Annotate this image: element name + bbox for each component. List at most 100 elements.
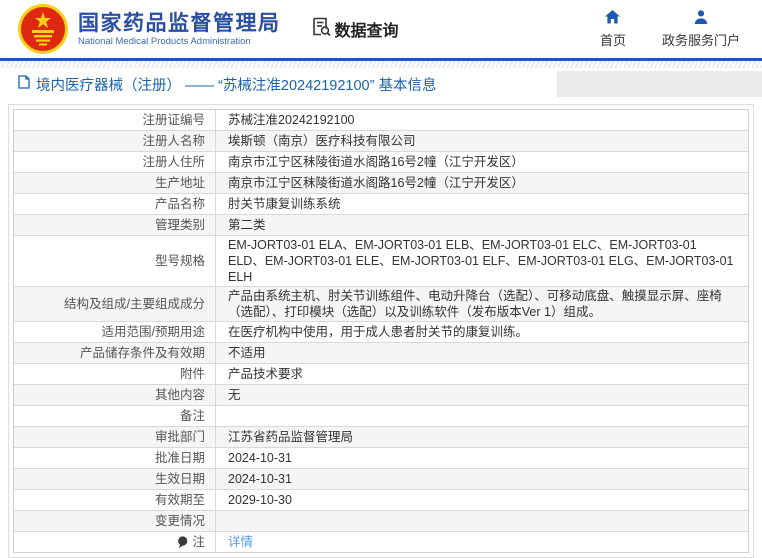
table-row: 其他内容 无 xyxy=(14,385,748,406)
breadcrumb-text: 境内医疗器械（注册） —— “苏械注准20242192100” 基本信息 xyxy=(36,77,437,94)
table-label: 产品名称 xyxy=(154,197,205,211)
table-label-cell: 有效期至 xyxy=(14,490,216,510)
site-header: 国家药品监督管理局 National Medical Products Admi… xyxy=(0,0,762,58)
registration-info-table: 注册证编号 苏械注准20242192100 注册人名称 埃斯顿（南京）医疗科技有… xyxy=(13,109,749,553)
document-search-icon xyxy=(311,16,332,42)
table-label: 生产地址 xyxy=(154,176,205,190)
agency-title-block: 国家药品监督管理局 National Medical Products Admi… xyxy=(78,11,281,48)
table-value: 无 xyxy=(228,388,241,402)
table-label-cell: 附件 xyxy=(14,364,216,384)
nav-gov-portal-label: 政务服务门户 xyxy=(661,32,740,48)
table-row: 变更情况 xyxy=(14,511,748,532)
table-label-cell: 备注 xyxy=(14,406,216,426)
table-row: 注册人住所 南京市江宁区秣陵街道水阁路16号2幢（江宁开发区） xyxy=(14,152,748,173)
nav-gov-portal[interactable]: 政务服务门户 xyxy=(661,9,740,49)
national-emblem-icon xyxy=(18,4,68,54)
table-value: 江苏省药品监督管理局 xyxy=(228,430,354,444)
table-label-cell: 其他内容 xyxy=(14,385,216,405)
table-label: 有效期至 xyxy=(154,493,205,507)
table-label-cell: 管理类别 xyxy=(14,215,216,235)
table-value-cell: 在医疗机构中使用，用于成人患者肘关节的康复训练。 xyxy=(216,322,748,342)
table-value-cell: 2024-10-31 xyxy=(216,448,748,468)
table-label-cell: 注册人名称 xyxy=(14,131,216,151)
table-value-cell: 2029-10-30 xyxy=(216,490,748,510)
table-row: 注 详情 xyxy=(14,532,748,552)
person-icon xyxy=(694,9,708,27)
table-row: 型号规格 EM-JORT03-01 ELA、EM-JORT03-01 ELB、E… xyxy=(14,236,748,287)
table-label: 注册人名称 xyxy=(142,134,205,148)
table-value: 产品由系统主机、肘关节训练组件、电动升降台（选配）、可移动底盘、触摸显示屏、座椅… xyxy=(228,289,722,319)
table-label: 备注 xyxy=(179,409,205,423)
agency-name-en: National Medical Products Administration xyxy=(78,35,251,47)
data-query-label: 数据查询 xyxy=(334,23,399,40)
table-label: 型号规格 xyxy=(154,254,205,268)
table-label: 注 xyxy=(192,535,205,549)
table-value: 2029-10-30 xyxy=(228,493,292,507)
table-label: 变更情况 xyxy=(154,514,205,528)
table-value: 产品技术要求 xyxy=(228,367,304,381)
table-value-cell: 无 xyxy=(216,385,748,405)
breadcrumb: 境内医疗器械（注册） —— “苏械注准20242192100” 基本信息 xyxy=(0,71,557,97)
table-label-cell: 产品储存条件及有效期 xyxy=(14,343,216,363)
table-row: 附件 产品技术要求 xyxy=(14,364,748,385)
table-value-cell: 产品由系统主机、肘关节训练组件、电动升降台（选配）、可移动底盘、触摸显示屏、座椅… xyxy=(216,287,748,321)
table-value-cell: 详情 xyxy=(216,532,748,552)
table-value: 不适用 xyxy=(228,346,266,360)
table-label: 产品储存条件及有效期 xyxy=(79,346,205,360)
table-row: 审批部门 江苏省药品监督管理局 xyxy=(14,427,748,448)
table-value: 南京市江宁区秣陵街道水阁路16号2幢（江宁开发区） xyxy=(228,176,524,190)
table-value-cell: 南京市江宁区秣陵街道水阁路16号2幢（江宁开发区） xyxy=(216,152,748,172)
table-value-cell xyxy=(216,511,748,531)
detail-link[interactable]: 详情 xyxy=(228,534,253,550)
table-value: 2024-10-31 xyxy=(228,472,292,486)
table-label-cell: 注册证编号 xyxy=(14,110,216,130)
table-row: 适用范围/预期用途 在医疗机构中使用，用于成人患者肘关节的康复训练。 xyxy=(14,322,748,343)
table-label: 批准日期 xyxy=(154,451,205,465)
table-value-cell: 埃斯顿（南京）医疗科技有限公司 xyxy=(216,131,748,151)
table-value-cell: 苏械注准20242192100 xyxy=(216,110,748,130)
table-value: 南京市江宁区秣陵街道水阁路16号2幢（江宁开发区） xyxy=(228,155,524,169)
table-row: 结构及组成/主要组成成分 产品由系统主机、肘关节训练组件、电动升降台（选配）、可… xyxy=(14,287,748,322)
page-icon xyxy=(18,74,30,94)
table-value: 肘关节康复训练系统 xyxy=(228,197,341,211)
table-label: 其他内容 xyxy=(154,388,205,402)
table-label: 注册人住所 xyxy=(142,155,205,169)
table-label-cell: 适用范围/预期用途 xyxy=(14,322,216,342)
table-value-cell: 不适用 xyxy=(216,343,748,363)
table-row: 生产地址 南京市江宁区秣陵街道水阁路16号2幢（江宁开发区） xyxy=(14,173,748,194)
table-value: 在医疗机构中使用，用于成人患者肘关节的康复训练。 xyxy=(228,325,529,339)
table-value: 第二类 xyxy=(228,218,266,232)
table-value-cell: 江苏省药品监督管理局 xyxy=(216,427,748,447)
table-label: 管理类别 xyxy=(154,218,205,232)
table-value-cell: 肘关节康复训练系统 xyxy=(216,194,748,214)
table-label: 注册证编号 xyxy=(142,113,205,127)
table-row: 批准日期 2024-10-31 xyxy=(14,448,748,469)
note-balloon-icon xyxy=(177,535,188,549)
info-panel: 注册证编号 苏械注准20242192100 注册人名称 埃斯顿（南京）医疗科技有… xyxy=(8,104,754,558)
nav-home-label: 首页 xyxy=(599,32,626,48)
table-value-cell xyxy=(216,406,748,426)
data-query-button[interactable]: 数据查询 xyxy=(311,16,399,42)
table-value-cell: EM-JORT03-01 ELA、EM-JORT03-01 ELB、EM-JOR… xyxy=(216,236,748,286)
table-value: 2024-10-31 xyxy=(228,451,292,465)
table-value-cell: 第二类 xyxy=(216,215,748,235)
nav-home[interactable]: 首页 xyxy=(599,9,626,49)
table-label-cell: 型号规格 xyxy=(14,236,216,286)
table-row: 产品名称 肘关节康复训练系统 xyxy=(14,194,748,215)
table-label-cell: 生产地址 xyxy=(14,173,216,193)
table-label-cell: 变更情况 xyxy=(14,511,216,531)
table-label: 结构及组成/主要组成成分 xyxy=(64,297,205,311)
table-value-cell: 产品技术要求 xyxy=(216,364,748,384)
table-label-cell: 注 xyxy=(14,532,216,552)
table-label-cell: 审批部门 xyxy=(14,427,216,447)
table-row: 注册证编号 苏械注准20242192100 xyxy=(14,110,748,131)
table-label: 审批部门 xyxy=(154,430,205,444)
table-label-cell: 结构及组成/主要组成成分 xyxy=(14,287,216,321)
table-value-cell: 2024-10-31 xyxy=(216,469,748,489)
table-row: 管理类别 第二类 xyxy=(14,215,748,236)
table-row: 备注 xyxy=(14,406,748,427)
agency-name-cn: 国家药品监督管理局 xyxy=(78,11,281,35)
breadcrumb-bar: 境内医疗器械（注册） —— “苏械注准20242192100” 基本信息 xyxy=(0,71,762,97)
hatched-band xyxy=(0,61,762,68)
table-row: 产品储存条件及有效期 不适用 xyxy=(14,343,748,364)
